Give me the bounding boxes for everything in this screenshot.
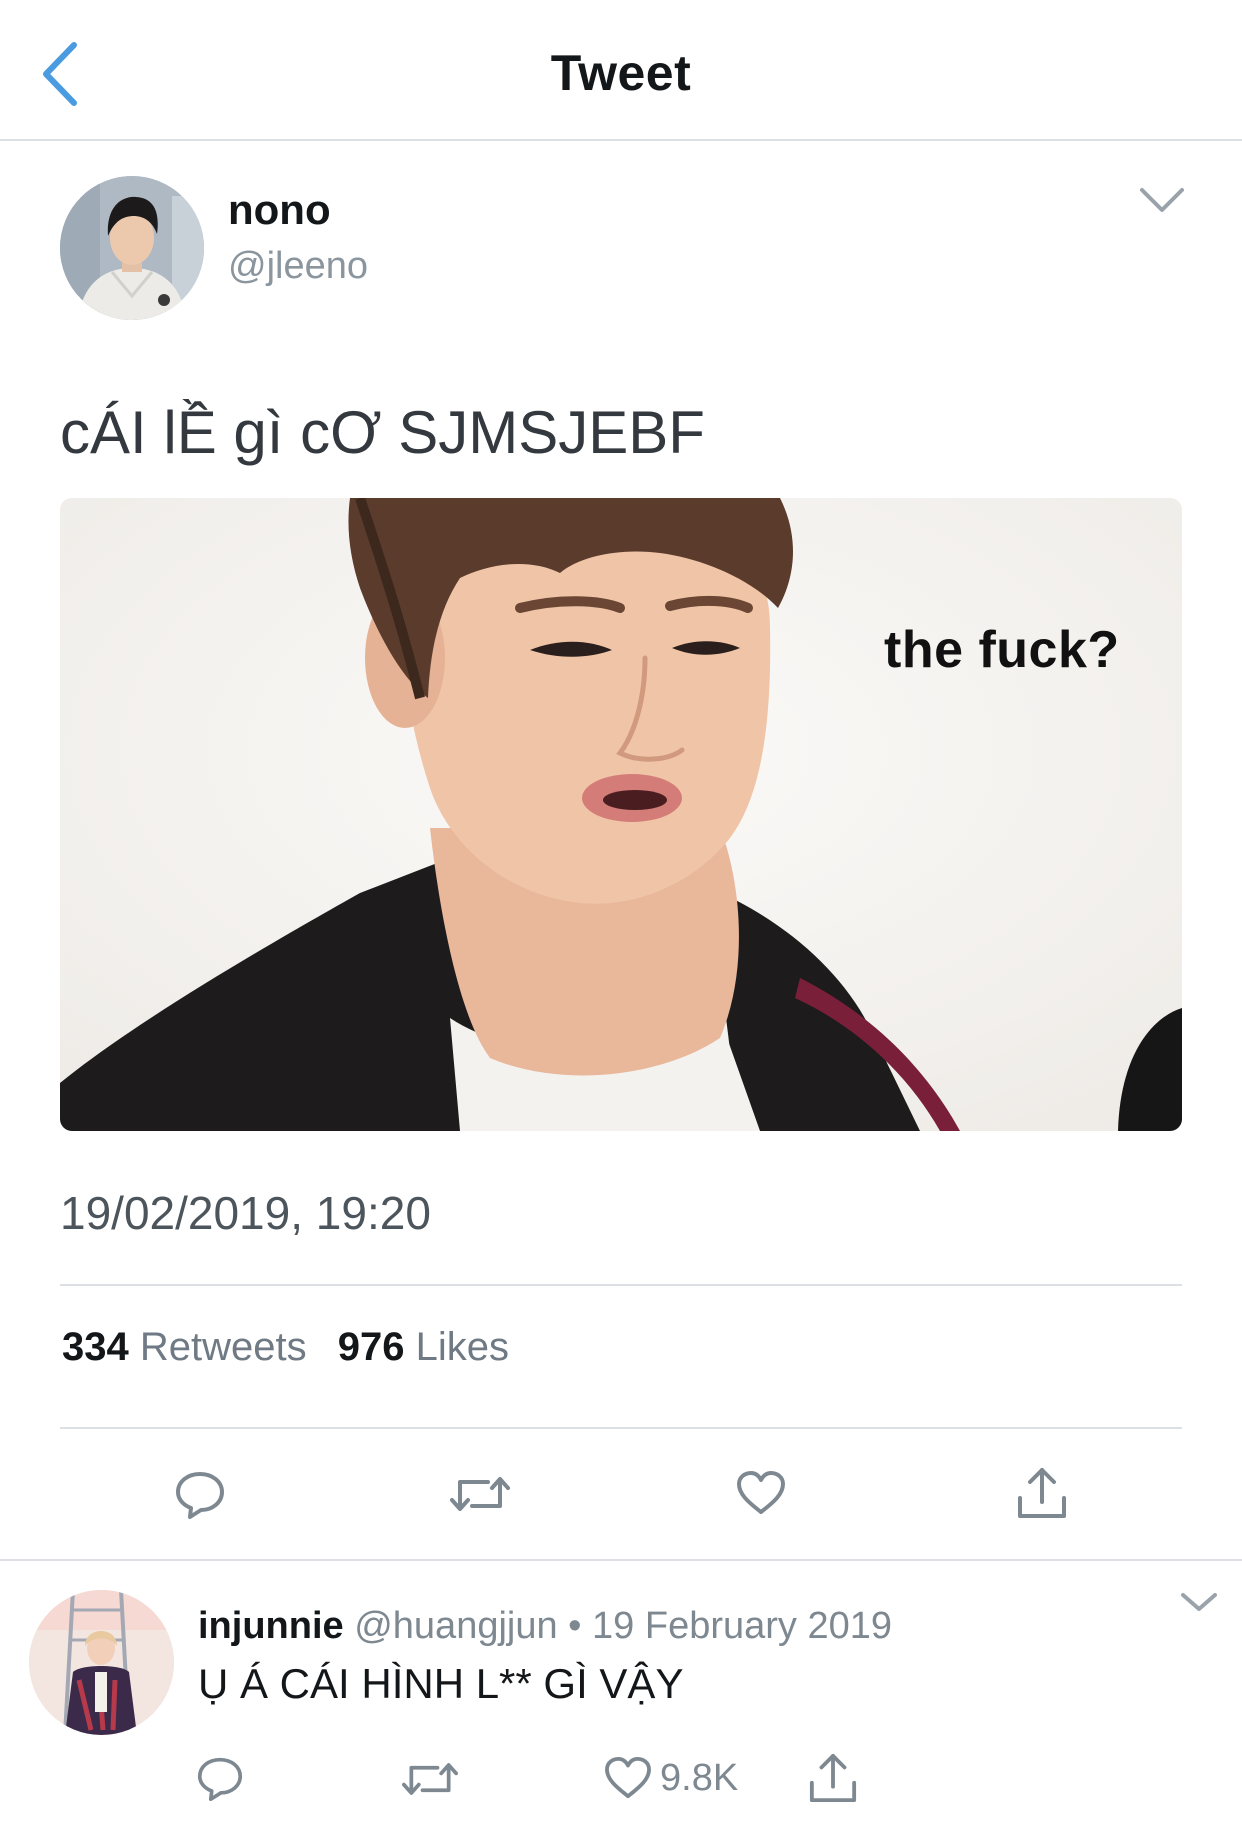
likes-stat[interactable]: 976 Likes [338, 1325, 509, 1370]
page-title: Tweet [550, 45, 692, 101]
likes-count: 976 [337, 1325, 405, 1369]
like-button[interactable] [736, 1470, 786, 1516]
reply-author-avatar[interactable] [29, 1590, 174, 1735]
share-button[interactable] [1016, 1466, 1068, 1520]
tweet-timestamp: 19/02/2019, 19:20 [60, 1187, 431, 1239]
share-icon [809, 1753, 857, 1803]
reply-like-count: 9.8K [660, 1756, 739, 1799]
reply-retweet-button[interactable] [402, 1758, 458, 1800]
reply-like-button[interactable]: 9.8K [604, 1756, 738, 1800]
share-icon [1018, 1468, 1066, 1518]
likes-label: Likes [415, 1325, 510, 1369]
like-icon [737, 1471, 785, 1514]
like-icon [605, 1756, 651, 1799]
author-name[interactable]: nono [228, 186, 331, 234]
retweet-button[interactable] [450, 1472, 510, 1516]
reply-meta: @huangjjun • 19 February 2019 [354, 1605, 893, 1647]
author-avatar[interactable] [60, 176, 204, 320]
divider [60, 1427, 1182, 1429]
reply-reply-button[interactable] [196, 1756, 244, 1802]
retweets-stat[interactable]: 334 Retweets [62, 1325, 307, 1370]
reply-share-button[interactable] [808, 1752, 858, 1804]
chevron-down-icon [1181, 1593, 1217, 1611]
reply-icon [176, 1472, 224, 1519]
divider [60, 1284, 1182, 1286]
author-handle[interactable]: @jleeno [228, 245, 368, 288]
retweet-icon [402, 1763, 458, 1795]
retweet-icon [450, 1477, 510, 1511]
reply-header: injunnie @huangjjun • 19 February 2019 [198, 1605, 892, 1648]
reply-icon [197, 1757, 243, 1802]
reply-text: Ụ Á CÁI HÌNH L** GÌ VẬY [198, 1660, 684, 1707]
reply-author-name[interactable]: injunnie [198, 1605, 344, 1647]
tweet-stats: 334 Retweets 976 Likes [62, 1325, 529, 1370]
retweets-count: 334 [62, 1325, 129, 1369]
reply-button[interactable] [174, 1470, 226, 1520]
tweet-options-button[interactable] [1132, 176, 1192, 224]
media-caption-text: the fuck? [884, 621, 1120, 679]
chevron-down-icon [1140, 188, 1184, 212]
divider [0, 1559, 1242, 1561]
top-bar: Tweet [0, 0, 1242, 141]
reply-options-button[interactable] [1176, 1585, 1222, 1619]
tweet-media-image[interactable]: the fuck? [60, 498, 1182, 1131]
tweet-text: cÁI lỀ gì cƠ SJMSJEBF [60, 399, 705, 466]
retweets-label: Retweets [139, 1325, 307, 1369]
